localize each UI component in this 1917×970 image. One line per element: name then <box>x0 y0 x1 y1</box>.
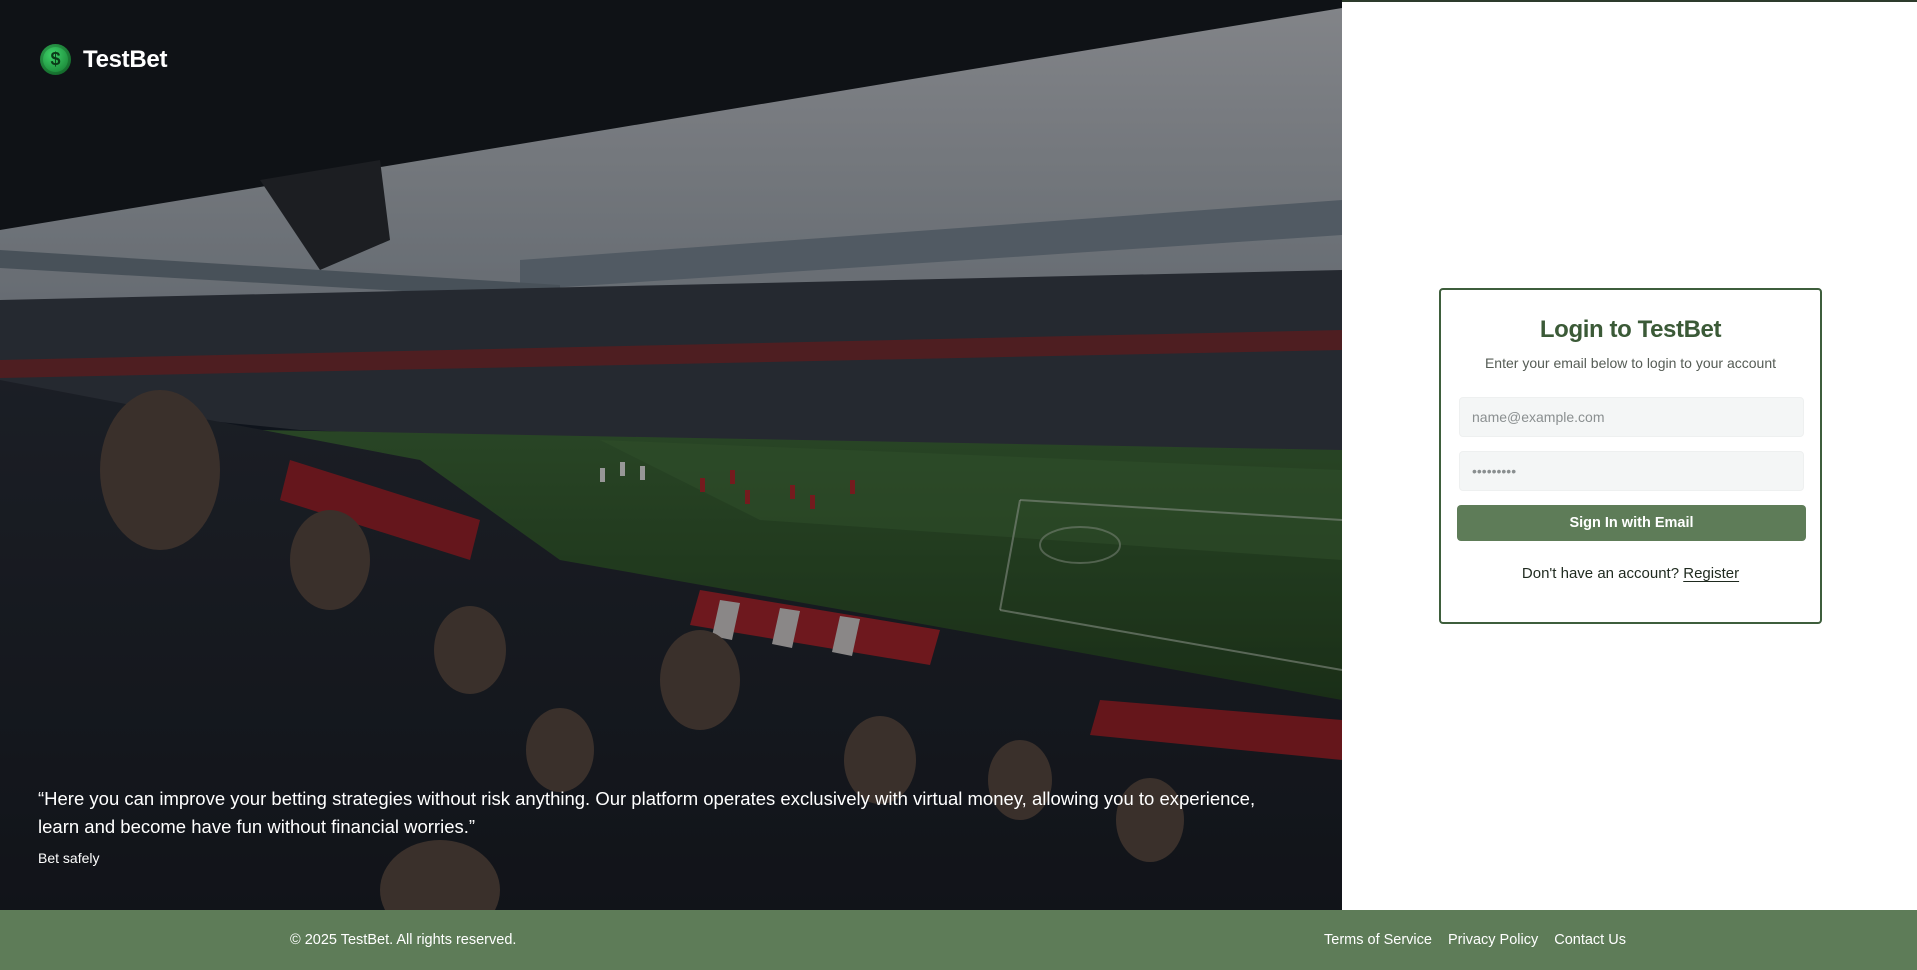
email-field[interactable] <box>1459 397 1804 437</box>
footer: © 2025 TestBet. All rights reserved. Ter… <box>0 910 1917 970</box>
register-prompt-text: Don't have an account? <box>1521 565 1680 582</box>
login-title: Login to TestBet <box>1539 316 1722 343</box>
brand[interactable]: $ TestBet <box>40 44 167 75</box>
footer-link-contact[interactable]: Contact Us <box>1554 932 1626 948</box>
footer-copyright: © 2025 TestBet. All rights reserved. <box>290 932 517 948</box>
login-subtitle: Enter your email below to login to your … <box>1484 355 1777 371</box>
footer-links: Terms of Service Privacy Policy Contact … <box>1324 932 1626 948</box>
testimonial: “Here you can improve your betting strat… <box>38 785 1298 866</box>
brand-name: TestBet <box>83 45 168 73</box>
testimonial-quote: “Here you can improve your betting strat… <box>38 788 1256 837</box>
hero-panel: $ TestBet “Here you can improve your bet… <box>0 0 1342 910</box>
testimonial-author: Bet safely <box>38 850 100 866</box>
footer-link-terms[interactable]: Terms of Service <box>1324 932 1432 948</box>
sign-in-button[interactable]: Sign In with Email <box>1457 505 1806 541</box>
register-prompt: Don't have an account? Register <box>1459 565 1802 582</box>
login-form: Login to TestBet Enter your email below … <box>1439 288 1822 624</box>
dollar-coin-icon: $ <box>40 44 71 75</box>
hero-dim-overlay <box>0 0 1342 910</box>
footer-link-privacy[interactable]: Privacy Policy <box>1448 932 1538 948</box>
password-field[interactable] <box>1459 451 1804 491</box>
register-link[interactable]: Register <box>1683 565 1739 582</box>
